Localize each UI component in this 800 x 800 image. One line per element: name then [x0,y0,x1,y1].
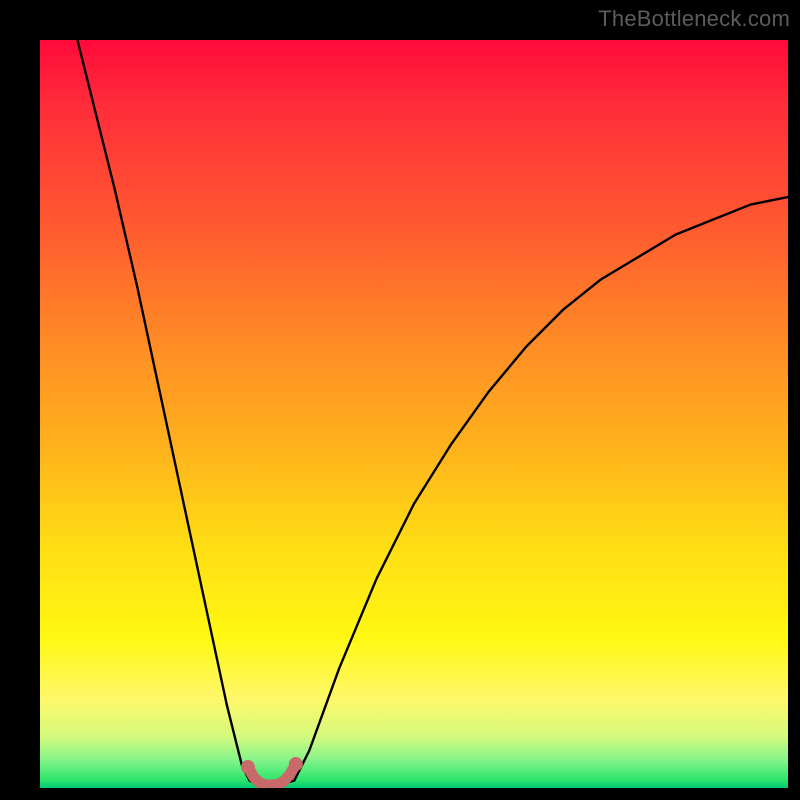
main-curve [77,40,788,786]
plot-area [40,40,788,788]
watermark-label: TheBottleneck.com [598,6,790,32]
valley-u-stroke [248,764,296,785]
left-branch-path [77,40,249,781]
valley-end-dot [289,757,303,771]
curve-layer [40,40,788,788]
valley-end-dot [241,760,255,774]
chart-frame: TheBottleneck.com [0,0,800,800]
right-branch-path [294,197,788,780]
